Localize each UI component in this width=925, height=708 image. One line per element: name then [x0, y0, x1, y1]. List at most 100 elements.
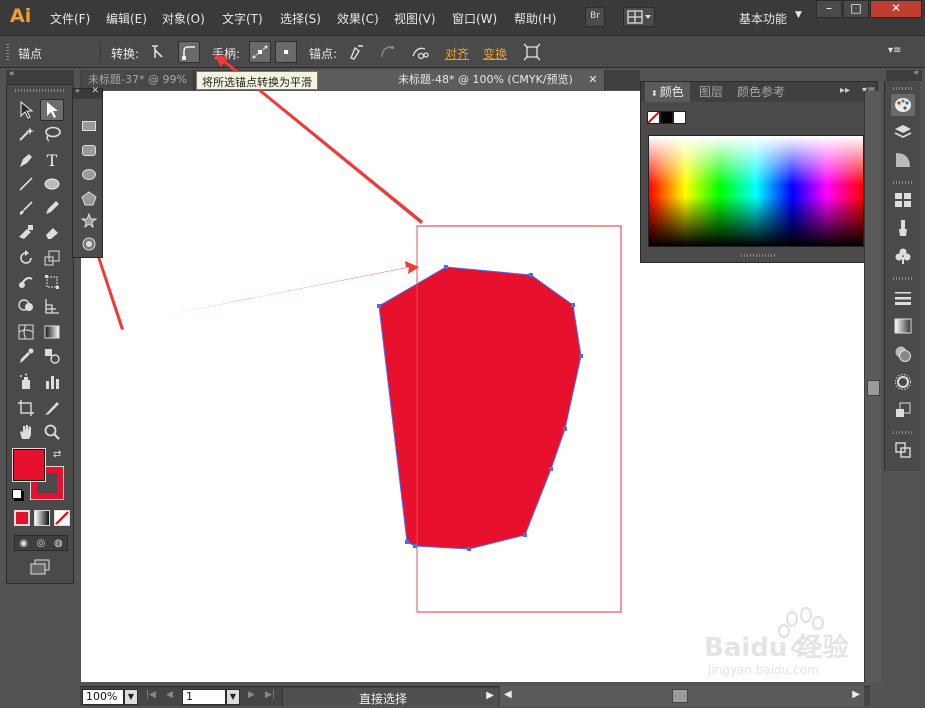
menu-type[interactable]: 文字(T) — [222, 10, 263, 27]
pen-tool[interactable] — [14, 149, 38, 171]
column-graph-tool[interactable] — [40, 371, 64, 393]
horizontal-scroll-thumb[interactable] — [672, 689, 688, 703]
layers-panel-icon[interactable] — [891, 121, 915, 143]
close-button[interactable]: ✕ — [870, 0, 922, 18]
tab-document-48[interactable]: 未标题-48* @ 100% (CMYK/预览) ✕ — [290, 70, 605, 90]
grip-icon[interactable] — [893, 181, 913, 184]
grip-icon[interactable] — [893, 277, 913, 280]
menu-view[interactable]: 视图(V) — [394, 10, 436, 27]
menu-file[interactable]: 文件(F) — [50, 10, 90, 27]
close-icon[interactable]: ✕ — [91, 86, 99, 96]
perspective-grid-tool[interactable] — [40, 295, 64, 317]
ellipse-tool-flyout[interactable] — [82, 169, 96, 180]
color-guide-panel-icon[interactable] — [891, 149, 915, 171]
convert-to-smooth-button[interactable] — [178, 41, 200, 63]
arrange-documents-button[interactable] — [623, 7, 655, 27]
grip-icon[interactable] — [893, 431, 913, 434]
minimize-button[interactable]: – — [816, 0, 842, 18]
menu-object[interactable]: 对象(O) — [162, 10, 205, 27]
transparency-panel-icon[interactable] — [891, 343, 915, 365]
artboard-dropdown-icon[interactable]: ▼ — [226, 689, 240, 705]
convert-to-corner-button[interactable] — [147, 41, 169, 63]
shape-builder-tool[interactable] — [14, 295, 38, 317]
swap-colors-icon[interactable]: ⇄ — [53, 449, 61, 460]
graphic-styles-panel-icon[interactable] — [891, 399, 915, 421]
last-artboard-icon[interactable]: ▶| — [265, 690, 275, 700]
gradient-panel-icon[interactable] — [891, 315, 915, 337]
fill-color-swatch[interactable] — [12, 448, 46, 482]
pencil-tool[interactable] — [40, 197, 64, 219]
tab-color[interactable]: ⬍ 颜色 — [645, 82, 690, 102]
menu-select[interactable]: 选择(S) — [280, 10, 321, 27]
flare-tool[interactable] — [81, 236, 97, 255]
star-tool[interactable] — [80, 212, 98, 231]
artboard-tool[interactable] — [14, 397, 38, 419]
zoom-level-field[interactable]: 100% — [82, 689, 124, 705]
paintbrush-tool[interactable] — [14, 197, 38, 219]
bridge-button[interactable]: Br — [585, 7, 605, 27]
artboard-number-field[interactable]: 1 — [182, 689, 226, 705]
expand-icon[interactable]: « — [913, 68, 919, 78]
color-spectrum-ramp[interactable] — [648, 135, 864, 247]
grip-handle-icon[interactable] — [6, 44, 9, 60]
appearance-panel-icon[interactable] — [891, 371, 915, 393]
rounded-rectangle-tool[interactable] — [82, 145, 96, 156]
lasso-tool[interactable] — [40, 123, 64, 145]
align-link[interactable]: 对齐 — [445, 45, 469, 62]
isolate-selected-button[interactable] — [521, 41, 543, 63]
brushes-panel-icon[interactable] — [891, 217, 915, 239]
direct-selection-tool[interactable] — [40, 99, 64, 121]
grip-icon[interactable] — [15, 89, 65, 92]
draw-inside-icon[interactable]: ◍ — [54, 538, 63, 549]
symbols-panel-icon[interactable] — [891, 245, 915, 267]
next-artboard-icon[interactable]: ▶ — [248, 690, 255, 700]
none-mode-button[interactable] — [54, 510, 70, 526]
white-swatch[interactable] — [673, 111, 686, 124]
type-tool[interactable]: T — [40, 149, 64, 171]
selection-tool[interactable] — [14, 99, 38, 121]
tab-layers[interactable]: 图层 — [693, 82, 729, 102]
stroke-panel-icon[interactable] — [891, 287, 915, 309]
transform-link[interactable]: 变换 — [483, 45, 507, 62]
blend-tool[interactable] — [40, 345, 64, 367]
menu-window[interactable]: 窗口(W) — [452, 10, 497, 27]
vertical-scrollbar[interactable] — [864, 91, 881, 682]
collapse-icon[interactable]: « — [9, 69, 15, 79]
symbol-sprayer-tool[interactable] — [14, 371, 38, 393]
free-transform-tool[interactable] — [40, 271, 64, 293]
line-tool[interactable] — [14, 173, 38, 195]
menu-help[interactable]: 帮助(H) — [514, 10, 556, 27]
draw-behind-icon[interactable]: ◎ — [37, 538, 46, 549]
slice-tool[interactable] — [40, 397, 64, 419]
warp-tool[interactable] — [14, 271, 38, 293]
blob-brush-tool[interactable] — [14, 221, 38, 243]
zoom-dropdown-icon[interactable]: ▼ — [124, 689, 138, 705]
tab-color-guide[interactable]: 颜色参考 — [731, 82, 791, 102]
previous-artboard-icon[interactable]: ◀ — [166, 690, 173, 700]
eraser-tool[interactable] — [40, 221, 64, 243]
magic-wand-tool[interactable] — [14, 123, 38, 145]
collapse-icon[interactable]: » — [75, 86, 80, 95]
remove-anchor-button[interactable] — [345, 41, 367, 63]
gradient-mode-button[interactable] — [34, 510, 50, 526]
hide-handles-button[interactable] — [275, 41, 297, 63]
pathfinder-panel-icon[interactable] — [891, 439, 915, 461]
hand-tool[interactable] — [14, 421, 38, 443]
ellipse-tool[interactable] — [40, 173, 64, 195]
black-swatch[interactable] — [660, 111, 673, 124]
show-handles-button[interactable] — [249, 41, 271, 63]
scale-tool[interactable] — [40, 247, 64, 269]
mesh-tool[interactable] — [14, 321, 38, 343]
rotate-tool[interactable] — [14, 247, 38, 269]
red-polygon-shape[interactable] — [379, 267, 581, 549]
polygon-tool[interactable] — [81, 191, 97, 209]
zoom-tool[interactable] — [40, 421, 64, 443]
panel-menu-icon[interactable]: ▾≡ — [888, 45, 901, 56]
eyedropper-tool[interactable] — [14, 345, 38, 367]
none-swatch[interactable] — [647, 111, 660, 124]
color-panel-icon[interactable] — [891, 94, 915, 116]
first-artboard-icon[interactable]: |◀ — [146, 690, 156, 700]
tab-close-icon[interactable]: ✕ — [588, 73, 597, 86]
vertical-scroll-thumb[interactable] — [867, 380, 880, 396]
screen-mode-button[interactable] — [29, 559, 51, 575]
